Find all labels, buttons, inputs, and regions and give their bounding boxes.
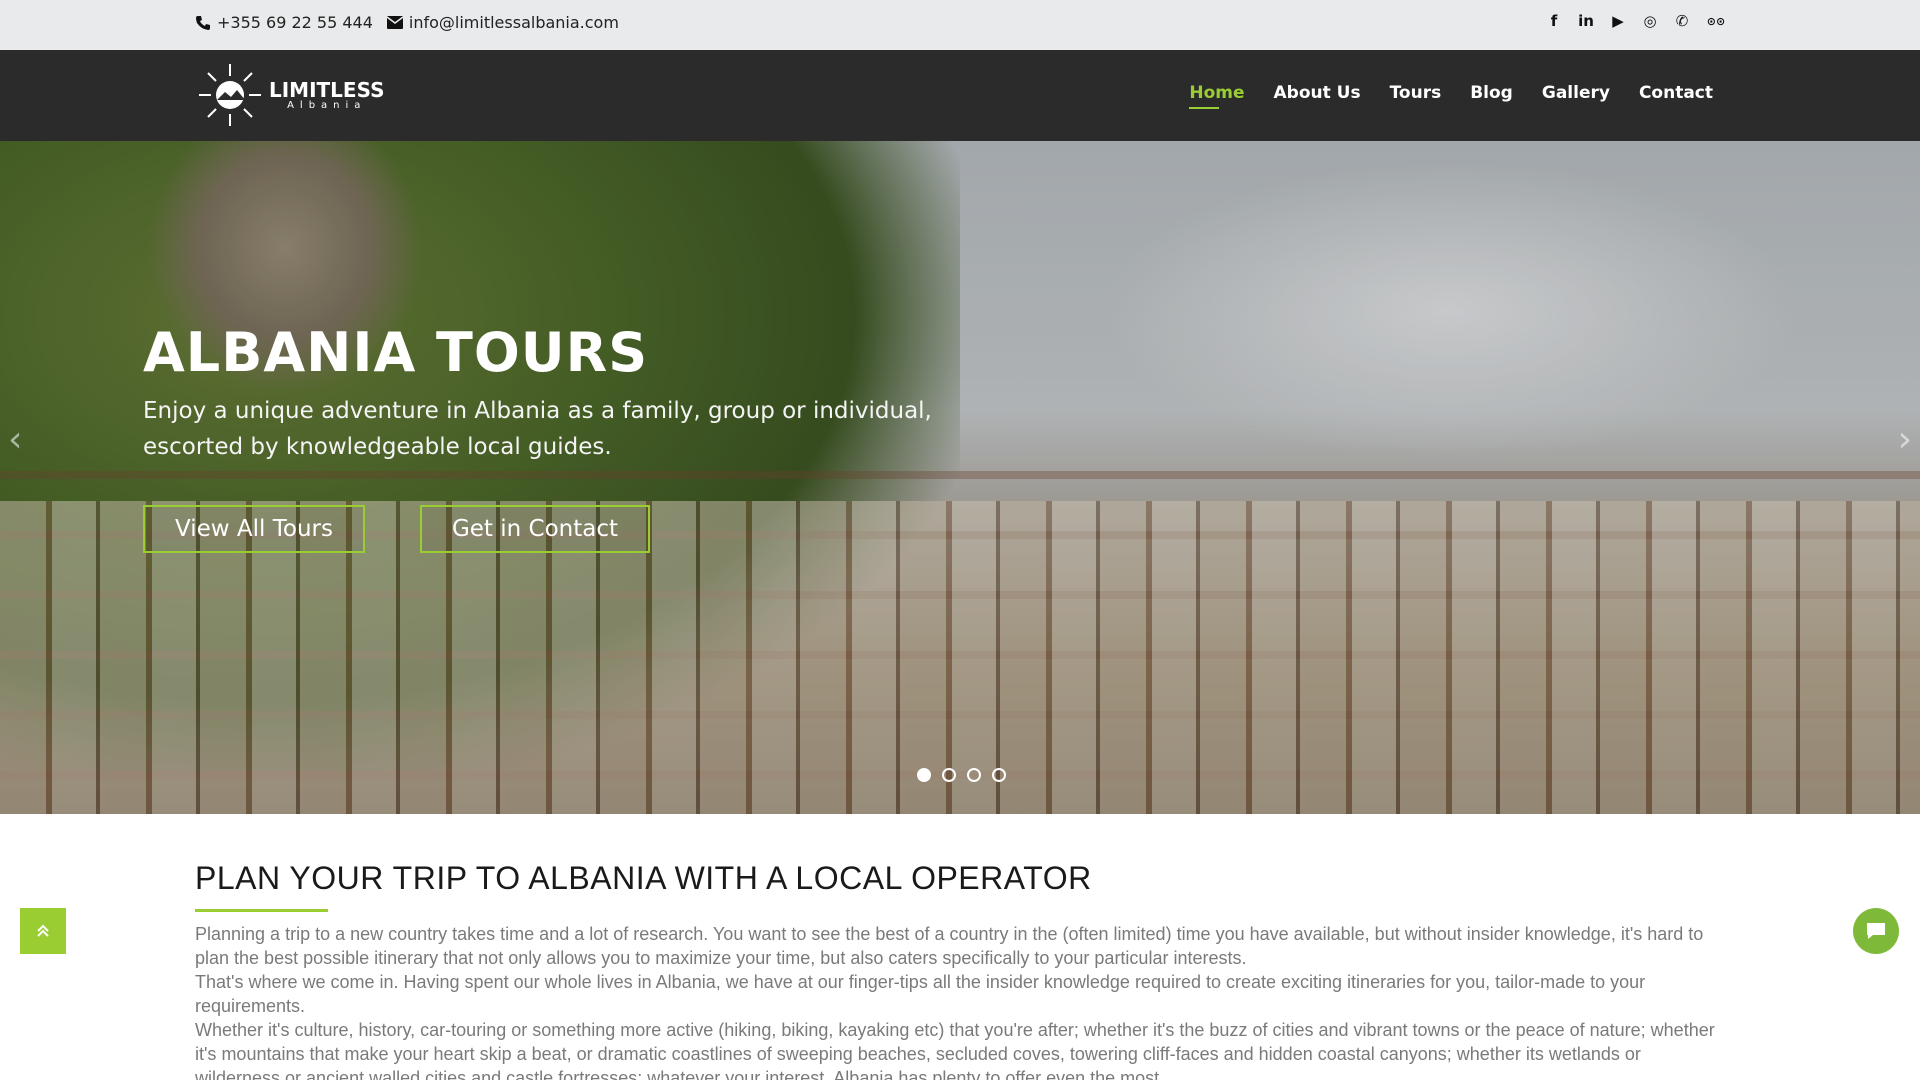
nav-item-gallery[interactable]: Gallery (1542, 83, 1610, 109)
view-all-tours-button[interactable]: View All Tours (143, 505, 365, 553)
scroll-to-top-button[interactable] (20, 908, 66, 954)
whatsapp-icon[interactable]: ✆ (1673, 12, 1691, 30)
envelope-icon (386, 16, 403, 29)
contact-info: +355 69 22 55 444 info@limitlessalbania.… (195, 13, 633, 32)
nav-item-about-us[interactable]: About Us (1274, 83, 1361, 109)
hero-subtitle: Enjoy a unique adventure in Albania as a… (143, 393, 1003, 465)
slider-dot-1[interactable] (917, 768, 931, 782)
heading-underline (195, 909, 328, 912)
intro-section: PLAN YOUR TRIP TO ALBANIA WITH A LOCAL O… (195, 860, 1715, 1080)
slider-next-icon[interactable]: › (1898, 419, 1912, 460)
double-chevron-up-icon (37, 924, 49, 937)
chat-button[interactable] (1853, 908, 1899, 954)
nav-item-contact[interactable]: Contact (1639, 83, 1713, 109)
phone-contact[interactable]: +355 69 22 55 444 (195, 13, 373, 32)
intro-paragraph-3: Whether it's culture, history, car-touri… (195, 1020, 1715, 1080)
chat-bubble-icon (1867, 923, 1885, 939)
nav-item-tours[interactable]: Tours (1390, 83, 1442, 109)
social-links: f in ▶ ◎ ✆ ⊙⊙ (1545, 12, 1727, 30)
section-heading: PLAN YOUR TRIP TO ALBANIA WITH A LOCAL O… (195, 860, 1092, 896)
hero-subtitle-line1: Enjoy a unique adventure in Albania as a… (143, 398, 932, 424)
youtube-icon[interactable]: ▶ (1609, 12, 1627, 30)
slider-dot-4[interactable] (992, 768, 1006, 782)
logo-wordmark: LIMITLESS Albania (269, 80, 385, 111)
slider-dot-3[interactable] (967, 768, 981, 782)
email-address[interactable]: info@limitlessalbania.com (409, 13, 619, 32)
phone-icon (196, 15, 210, 30)
main-navbar: LIMITLESS Albania Home About Us Tours Bl… (0, 50, 1920, 141)
linkedin-icon[interactable]: in (1577, 12, 1595, 30)
facebook-icon[interactable]: f (1545, 12, 1563, 30)
top-contact-bar: +355 69 22 55 444 info@limitlessalbania.… (0, 0, 1920, 50)
nav-item-home[interactable]: Home (1189, 83, 1245, 109)
slider-dot-2[interactable] (942, 768, 956, 782)
hero-title: ALBANIA TOURS (143, 321, 649, 384)
hero-slider: ALBANIA TOURS Enjoy a unique adventure i… (0, 141, 1920, 814)
phone-number[interactable]: +355 69 22 55 444 (217, 13, 373, 32)
logo-line1: LIMITLESS (269, 77, 385, 102)
site-logo[interactable]: LIMITLESS Albania (195, 60, 385, 130)
tripadvisor-icon[interactable]: ⊙⊙ (1705, 12, 1727, 30)
intro-text: Planning a trip to a new country takes t… (195, 922, 1715, 1080)
hero-subtitle-line2: escorted by knowledgeable local guides. (143, 434, 612, 460)
main-menu: Home About Us Tours Blog Gallery Contact (1189, 83, 1713, 109)
logo-line2: Albania (287, 99, 367, 111)
sun-logo-icon (199, 64, 261, 126)
intro-paragraph-2: That's where we come in. Having spent ou… (195, 972, 1646, 1016)
email-contact[interactable]: info@limitlessalbania.com (386, 13, 619, 32)
nav-item-blog[interactable]: Blog (1470, 83, 1513, 109)
slider-prev-icon[interactable]: ‹ (8, 419, 22, 460)
hero-overlay (0, 141, 1920, 814)
intro-paragraph-1: Planning a trip to a new country takes t… (195, 924, 1704, 968)
instagram-icon[interactable]: ◎ (1641, 12, 1659, 30)
get-in-contact-button[interactable]: Get in Contact (420, 505, 650, 553)
slider-pagination (917, 768, 1006, 782)
